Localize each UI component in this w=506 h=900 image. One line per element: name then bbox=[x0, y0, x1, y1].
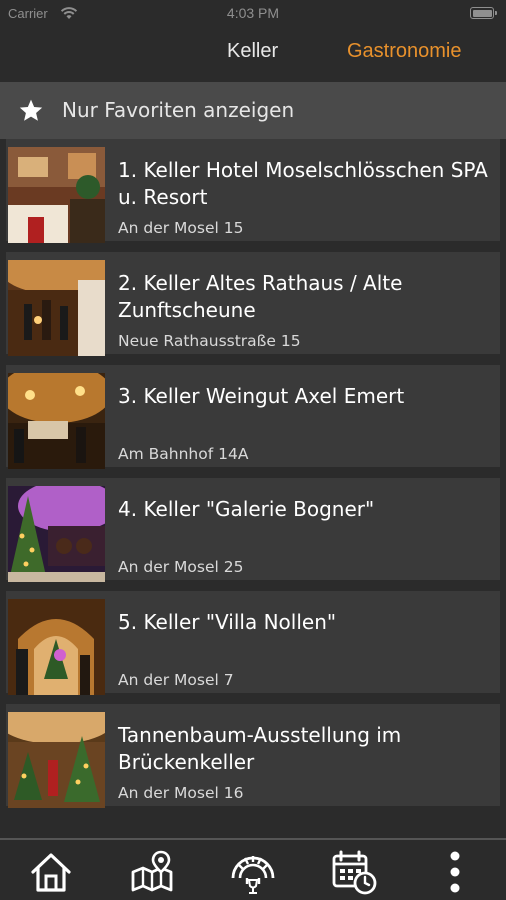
venue-thumbnail bbox=[8, 486, 105, 582]
venue-thumbnail bbox=[8, 599, 105, 695]
venue-thumbnail bbox=[8, 147, 105, 243]
venue-name: 1. Keller Hotel Moselschlösschen SPA u. … bbox=[118, 158, 488, 209]
venue-address: An der Mosel 7 bbox=[118, 671, 234, 689]
list-item[interactable]: 4. Keller "Galerie Bogner" An der Mosel … bbox=[6, 478, 500, 582]
tab-gastronomie[interactable]: Gastronomie bbox=[347, 40, 462, 63]
venue-address: Neue Rathausstraße 15 bbox=[118, 332, 301, 350]
list-item[interactable]: 5. Keller "Villa Nollen" An der Mosel 7 bbox=[6, 591, 500, 695]
bottom-navigation bbox=[0, 838, 506, 900]
venue-thumbnail bbox=[8, 260, 105, 356]
favorites-filter-toggle[interactable]: Nur Favoriten anzeigen bbox=[0, 82, 506, 139]
top-tabs: Keller Gastronomie bbox=[0, 30, 506, 80]
venue-address: An der Mosel 25 bbox=[118, 558, 244, 576]
list-item[interactable]: 2. Keller Altes Rathaus / Alte Zunftsche… bbox=[6, 252, 500, 356]
clock: 4:03 PM bbox=[226, 5, 280, 21]
battery-icon bbox=[470, 7, 497, 19]
wine-tasting-icon[interactable] bbox=[229, 848, 277, 896]
venue-name: 4. Keller "Galerie Bogner" bbox=[118, 497, 375, 521]
status-bar: Carrier 4:03 PM bbox=[0, 0, 506, 30]
list-item[interactable]: 3. Keller Weingut Axel Emert Am Bahnhof … bbox=[6, 365, 500, 469]
more-icon[interactable] bbox=[431, 848, 479, 896]
venue-name: 5. Keller "Villa Nollen" bbox=[118, 610, 337, 634]
venue-address: An der Mosel 15 bbox=[118, 219, 244, 237]
map-icon[interactable] bbox=[128, 848, 176, 896]
venue-name: 3. Keller Weingut Axel Emert bbox=[118, 384, 405, 408]
venue-name: Tannenbaum-Ausstellung im Brückenkeller bbox=[118, 723, 402, 774]
venue-thumbnail bbox=[8, 712, 105, 808]
home-icon[interactable] bbox=[27, 848, 75, 896]
venue-thumbnail bbox=[8, 373, 105, 469]
calendar-icon[interactable] bbox=[330, 848, 378, 896]
venue-address: An der Mosel 16 bbox=[118, 784, 244, 802]
list-item[interactable]: 1. Keller Hotel Moselschlösschen SPA u. … bbox=[6, 139, 500, 243]
tab-keller[interactable]: Keller bbox=[227, 40, 278, 63]
venue-address: Am Bahnhof 14A bbox=[118, 445, 249, 463]
list-item[interactable]: Tannenbaum-Ausstellung im Brückenkeller … bbox=[6, 704, 500, 808]
venue-name: 2. Keller Altes Rathaus / Alte Zunftsche… bbox=[118, 271, 403, 322]
favorites-filter-label: Nur Favoriten anzeigen bbox=[62, 98, 295, 122]
star-icon bbox=[19, 99, 43, 121]
